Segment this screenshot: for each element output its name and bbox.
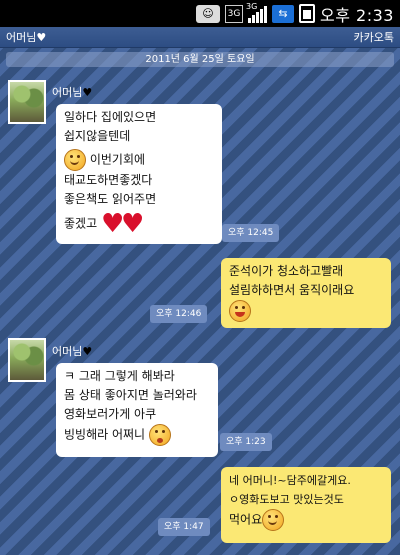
message-line: 좋은책도 읽어주면 [64, 192, 157, 206]
message-line: 준석이가 청소하고빨래 [229, 264, 344, 278]
message-time: 오후 12:46 [150, 305, 208, 323]
message-line: 영화보러가게 아쿠 [64, 407, 157, 421]
message-line: 몸 상태 좋아지면 놀러와라 [64, 388, 197, 402]
message-line: 일하다 집에있으면 [64, 110, 157, 124]
message-text: 빙빙해라 어쩌니 [64, 427, 146, 442]
message-line: 네 어머니!~담주에갈게요. [229, 474, 351, 487]
contacts-icon: ☺ [196, 4, 221, 23]
pout-emoji-icon [148, 424, 171, 446]
message-line: 쉽지않을텐데 [64, 129, 131, 143]
network-3g-icon: 3G [225, 4, 244, 23]
sender-name: 어머님♥ [52, 343, 92, 359]
heart-icon: ♥ [36, 31, 47, 44]
message-line: ㅋ 그래 그렇게 해봐라 [64, 369, 175, 383]
sender-name: 어머님♥ [52, 84, 92, 100]
message-text: 먹어요 [229, 512, 263, 527]
message-line: ㅇ영화도보고 맛있는것도 [229, 493, 344, 506]
message-line: 좋겠고 ♥ ♥ [64, 209, 214, 239]
message-line [229, 300, 383, 322]
message-bubble-outgoing[interactable]: 준석이가 청소하고빨래 설림하하면서 움직이래요 [221, 258, 391, 328]
message-line: 빙빙해라 어쩌니 [64, 424, 210, 446]
avatar[interactable] [8, 338, 46, 382]
heart-icon: ♥ [82, 345, 93, 358]
hearts-emoji-icon: ♥ ♥ [100, 209, 145, 239]
laugh-emoji-icon [262, 509, 285, 531]
chat-title[interactable]: 어머님♥ [6, 29, 46, 45]
message-line: 설림하하면서 움직이래요 [229, 283, 355, 297]
signal-strength-icon: 3G [246, 2, 268, 23]
cute-emoji-icon [229, 300, 251, 322]
contact-name: 어머님 [6, 31, 37, 44]
smile-emoji-icon [64, 149, 86, 171]
battery-icon [299, 4, 316, 23]
message-line: 태교도하면좋겠다 [64, 173, 153, 187]
message-time: 오후 1:23 [220, 433, 272, 451]
heart-icon: ♥ [82, 86, 93, 99]
chat-title-bar: 어머님♥ 카카오톡 [0, 27, 400, 48]
message-time: 오후 1:47 [158, 518, 210, 536]
status-time: 오후 2:33 [320, 5, 394, 25]
sender-label: 어머님 [52, 345, 83, 358]
message-text: 좋겠고 [64, 216, 98, 231]
message-text: 이번기회에 [89, 152, 146, 167]
message-bubble-incoming[interactable]: ㅋ 그래 그렇게 해봐라 몸 상태 좋아지면 놀러와라 영화보러가게 아쿠 빙빙… [56, 363, 218, 457]
message-time: 오후 12:45 [222, 224, 280, 242]
sender-label: 어머님 [52, 86, 83, 99]
avatar[interactable] [8, 80, 46, 124]
message-line: 먹어요 [229, 509, 383, 531]
message-bubble-outgoing[interactable]: 네 어머니!~담주에갈게요. ㅇ영화도보고 맛있는것도 먹어요 [221, 467, 391, 543]
app-name: 카카오톡 [353, 31, 394, 44]
date-divider: 2011년 6월 25일 토요일 [6, 52, 394, 67]
message-bubble-incoming[interactable]: 일하다 집에있으면 쉽지않을텐데 이번기회에 태교도하면좋겠다 좋은책도 읽어주… [56, 104, 222, 244]
status-bar: ☺ 3G 3G ⇆ 오후 2:33 [0, 0, 400, 27]
usb-icon: ⇆ [272, 4, 295, 23]
message-line: 이번기회에 [64, 149, 214, 171]
